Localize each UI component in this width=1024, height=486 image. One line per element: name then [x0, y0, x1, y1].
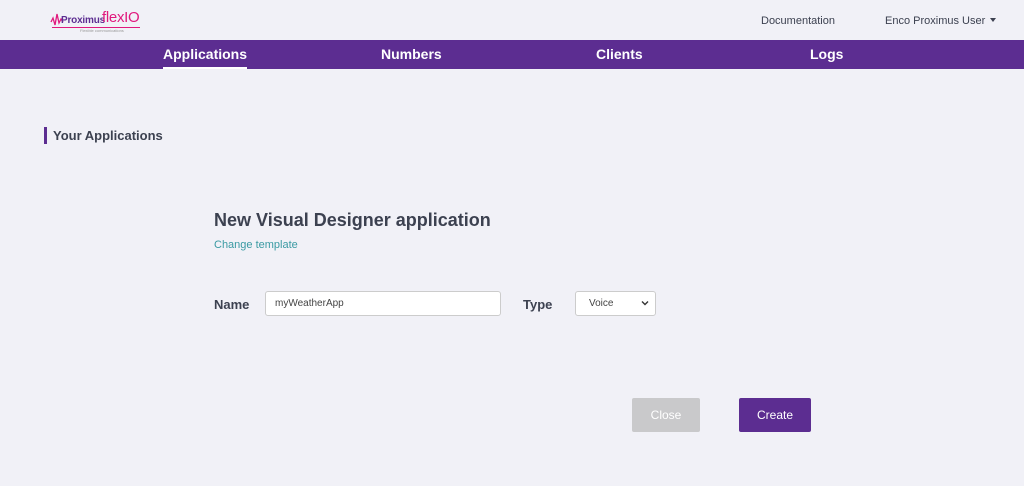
type-select-value: Voice [589, 298, 614, 309]
caret-down-icon [990, 18, 997, 23]
close-button[interactable]: Close [632, 398, 700, 432]
section-title: Your Applications [44, 127, 163, 144]
type-label: Type [523, 297, 553, 312]
nav-item-applications[interactable]: Applications [163, 40, 248, 69]
user-menu[interactable]: Enco Proximus User [885, 15, 997, 27]
name-label: Name [214, 297, 250, 312]
create-button[interactable]: Create [739, 398, 811, 432]
type-select[interactable]: Voice [575, 291, 656, 316]
logo-tagline: Flexible communications [80, 28, 124, 33]
logo-brand: Proximus [61, 15, 105, 26]
nav-item-numbers[interactable]: Numbers [381, 40, 442, 69]
change-template-link[interactable]: Change template [214, 239, 298, 251]
proximus-flexio-logo[interactable]: Proximus flexIO Flexible communications [50, 8, 150, 34]
nav-item-logs[interactable]: Logs [810, 40, 843, 69]
form-title: New Visual Designer application [214, 210, 491, 230]
main-nav: Applications Numbers Clients Logs [0, 40, 1024, 69]
user-name: Enco Proximus User [885, 15, 986, 27]
nav-item-clients[interactable]: Clients [596, 40, 643, 69]
top-header: Proximus flexIO Flexible communications … [0, 0, 1024, 40]
documentation-link[interactable]: Documentation [761, 15, 835, 27]
logo-product: flexIO [102, 9, 140, 26]
chevron-down-icon [641, 301, 649, 306]
name-input[interactable] [265, 291, 501, 316]
